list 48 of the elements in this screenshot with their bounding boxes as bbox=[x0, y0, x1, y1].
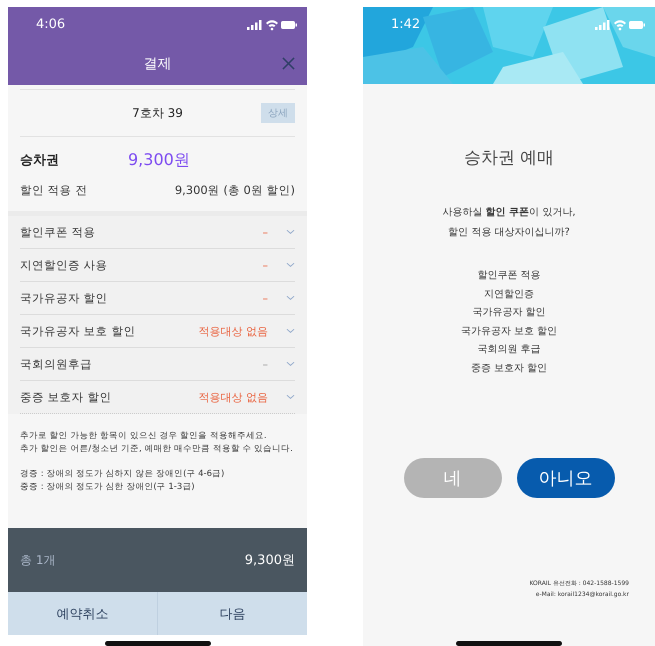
fare-amount: 9,300원 bbox=[128, 150, 190, 170]
discount-value: – bbox=[262, 226, 268, 238]
discount-type-text: 국회의원 후급 bbox=[476, 343, 542, 357]
discount-type-text: 할인쿠폰 적용 bbox=[476, 269, 542, 283]
discount-option-label[interactable]: 할인쿠폰 적용 bbox=[20, 224, 262, 240]
chevron-down-icon[interactable] bbox=[286, 262, 295, 268]
signal-icon bbox=[247, 20, 262, 30]
question-text: 할인 적용 대상자이십니까? bbox=[447, 226, 571, 240]
note-text: 추가로 할인 가능한 항목이 있으신 경우 할인을 적용해주세요. bbox=[20, 430, 268, 443]
discount-option-label[interactable]: 국가유공자 보호 할인 bbox=[20, 324, 198, 338]
wifi-icon bbox=[614, 20, 626, 30]
discount-option-label[interactable]: 국회의원후급 bbox=[20, 356, 262, 372]
discount-value: – bbox=[262, 258, 268, 272]
fare-label: 승차권 bbox=[20, 152, 60, 169]
discount-type-text: 중증 보호자 할인 bbox=[470, 362, 548, 376]
total-count: 총 1개 bbox=[20, 552, 56, 568]
discount-type-text: 국가유공자 할인 bbox=[471, 306, 547, 320]
discount-summary: 9,300원 (총 0원 할인) bbox=[174, 183, 295, 199]
signal-icon bbox=[595, 20, 610, 30]
chevron-down-icon[interactable] bbox=[286, 328, 295, 334]
chevron-down-icon[interactable] bbox=[286, 229, 295, 235]
wifi-icon bbox=[266, 20, 278, 30]
status-time: 1:42 bbox=[391, 17, 420, 32]
car-seat-label: 7호차 39 bbox=[132, 104, 183, 122]
answer-button[interactable]: 아니오 bbox=[516, 458, 614, 498]
total-amount: 9,300원 bbox=[244, 552, 295, 569]
discount-value: – bbox=[262, 358, 268, 370]
note-text: 중증 : 장애의 정도가 심한 장애인(구 1-3급) bbox=[20, 481, 196, 494]
chevron-down-icon[interactable] bbox=[286, 394, 295, 400]
discount-option-label[interactable]: 국가유공자 할인 bbox=[20, 290, 262, 306]
screen-title: 승차권 예매 bbox=[464, 147, 554, 169]
status-time: 4:06 bbox=[36, 17, 66, 32]
discount-type-text: 국가유공자 보호 할인 bbox=[460, 324, 558, 338]
screen-title: 결제 bbox=[144, 54, 172, 72]
discount-value: 적용대상 없음 bbox=[198, 390, 268, 404]
discount-value: – bbox=[262, 292, 268, 304]
note-text: 경증 : 장애의 정도가 심하지 않은 장애인(구 4-6급) bbox=[20, 468, 226, 481]
discount-label: 할인 적용 전 bbox=[20, 183, 88, 199]
close-icon[interactable] bbox=[282, 57, 295, 70]
chevron-down-icon[interactable] bbox=[286, 361, 295, 367]
discount-option-label[interactable]: 지연할인증 사용 bbox=[20, 258, 262, 272]
discount-type-text: 지연할인증 bbox=[482, 288, 535, 302]
note-text: 추가 할인은 어른/청소년 기준, 예매한 매수만큼 적용할 수 있습니다. bbox=[20, 443, 294, 456]
discount-value: 적용대상 없음 bbox=[198, 324, 268, 338]
chevron-down-icon[interactable] bbox=[286, 295, 295, 301]
discount-option-label[interactable]: 중증 보호자 할인 bbox=[20, 390, 198, 404]
question-text: 사용하실 할인 쿠폰이 있거나, bbox=[442, 206, 576, 220]
battery-icon bbox=[281, 20, 297, 28]
